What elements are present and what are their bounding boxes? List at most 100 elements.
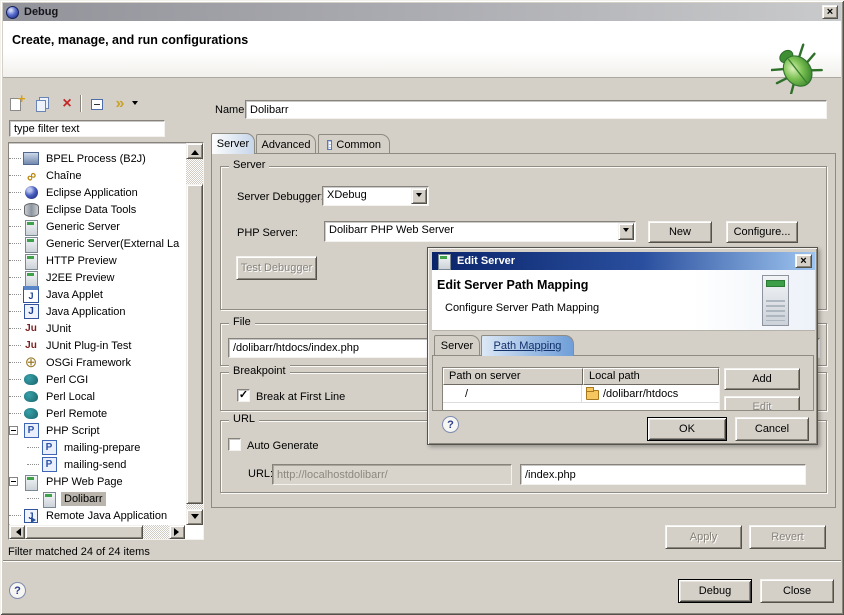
dialog-tab-path-mapping-label: Path Mapping: [494, 340, 562, 352]
apply-button[interactable]: Apply: [665, 525, 742, 549]
auto-generate-label: Auto Generate: [247, 440, 319, 452]
close-button[interactable]: Close: [760, 579, 834, 603]
tree-item-mailing-send[interactable]: mailing-send: [9, 456, 186, 473]
edit-mapping-button[interactable]: Edit: [724, 396, 800, 411]
tree-item-mailing-prepare[interactable]: mailing-prepare: [9, 439, 186, 456]
right-arrow-icon: [174, 528, 183, 536]
server-icon: [23, 236, 39, 252]
scroll-down-button[interactable]: [186, 509, 203, 525]
name-label: Name:: [215, 104, 247, 116]
tree-item-perl-cgi[interactable]: Perl CGI: [9, 371, 186, 388]
help-button[interactable]: ?: [9, 582, 26, 599]
tab-common[interactable]: Common: [318, 134, 390, 154]
server-icon: [41, 491, 57, 507]
test-debugger-button[interactable]: Test Debugger: [236, 256, 317, 280]
base-url-input[interactable]: [272, 464, 512, 485]
tree-item-dolibarr[interactable]: Dolibarr: [9, 490, 186, 507]
tree-item-eclipse-application[interactable]: Eclipse Application: [9, 184, 186, 201]
combo-dropdown-button[interactable]: [411, 188, 427, 204]
tree-item-osgi-framework[interactable]: OSGi Framework: [9, 354, 186, 371]
tree-vertical-scrollbar[interactable]: [186, 143, 203, 525]
ok-button[interactable]: OK: [647, 417, 727, 441]
column-local-path[interactable]: Local path: [583, 368, 719, 385]
window-close-button[interactable]: ×: [822, 5, 838, 19]
tree-item-junit[interactable]: JUnit: [9, 320, 186, 337]
filter-button[interactable]: [109, 94, 131, 114]
tree-connector: [9, 328, 21, 329]
perl-icon: [23, 372, 39, 388]
bpel-icon: [23, 151, 39, 167]
name-input[interactable]: [245, 100, 827, 119]
tree-horizontal-scrollbar[interactable]: [9, 525, 185, 539]
dialog-help-button[interactable]: ?: [442, 416, 459, 433]
tree-item-http-preview[interactable]: HTTP Preview: [9, 252, 186, 269]
php-server-combo[interactable]: Dolibarr PHP Web Server: [324, 221, 636, 242]
tree-item-label: HTTP Preview: [43, 254, 120, 268]
php-server-value: Dolibarr PHP Web Server: [325, 222, 617, 241]
window-titlebar[interactable]: Debug: [3, 3, 841, 21]
tree-connector: [9, 226, 21, 227]
tree-item-php-script[interactable]: PHP Script: [9, 422, 186, 439]
php-icon: [23, 423, 39, 439]
tree-item-remote-java-application[interactable]: Remote Java Application: [9, 507, 186, 524]
configure-server-button[interactable]: Configure...: [726, 221, 798, 243]
dialog-titlebar[interactable]: Edit Server: [432, 252, 815, 270]
dialog-tab-server-label: Server: [441, 340, 473, 352]
mapping-table-row[interactable]: //dolibarr/htdocs: [443, 385, 719, 403]
server-debugger-combo[interactable]: XDebug: [322, 186, 429, 206]
server-icon: [436, 253, 451, 269]
debug-button[interactable]: Debug: [678, 579, 752, 603]
scroll-thumb[interactable]: [25, 525, 143, 539]
tree-item-php-web-page[interactable]: PHP Web Page: [9, 473, 186, 490]
junit-icon: [23, 338, 39, 354]
server-icon: [23, 270, 39, 286]
cancel-button[interactable]: Cancel: [735, 417, 809, 441]
filter-menu-button[interactable]: [129, 94, 141, 114]
column-path-on-server[interactable]: Path on server: [443, 368, 583, 385]
tree-connector: [9, 396, 21, 397]
add-mapping-button[interactable]: Add: [724, 368, 800, 390]
dialog-tab-path-mapping[interactable]: Path Mapping: [481, 335, 574, 356]
delete-configuration-button[interactable]: [56, 94, 78, 114]
file-group-legend: File: [229, 316, 255, 328]
dialog-tab-server[interactable]: Server: [434, 335, 480, 355]
tree-item-java-application[interactable]: Java Application: [9, 303, 186, 320]
tree-item-java-applet[interactable]: Java Applet: [9, 286, 186, 303]
collapse-all-button[interactable]: [86, 94, 108, 114]
scroll-right-button[interactable]: [169, 525, 185, 539]
duplicate-configuration-button[interactable]: [30, 94, 52, 114]
tree-expander-icon[interactable]: [9, 426, 18, 435]
tree-item-perl-local[interactable]: Perl Local: [9, 388, 186, 405]
auto-generate-checkbox[interactable]: [228, 438, 241, 451]
dialog-close-button[interactable]: ×: [795, 254, 812, 268]
tab-advanced[interactable]: Advanced: [256, 134, 316, 154]
tree-item-generic-server[interactable]: Generic Server: [9, 218, 186, 235]
combo-dropdown-button[interactable]: [618, 223, 634, 240]
scroll-thumb[interactable]: [186, 184, 203, 504]
tree-item-junit-plug-in-test[interactable]: JUnit Plug-in Test: [9, 337, 186, 354]
new-server-button[interactable]: New: [648, 221, 712, 243]
scroll-up-button[interactable]: [186, 143, 203, 159]
filter-input[interactable]: [9, 120, 165, 137]
tree-item-perl-remote[interactable]: Perl Remote: [9, 405, 186, 422]
tree-expander-icon[interactable]: [9, 477, 18, 486]
folder-icon: [586, 390, 599, 400]
tree-item-bpel-process-b2j-[interactable]: BPEL Process (B2J): [9, 150, 186, 167]
edit-server-dialog: Edit Server × Edit Server Path Mapping C…: [427, 247, 818, 445]
scroll-left-button[interactable]: [9, 525, 25, 539]
revert-button[interactable]: Revert: [749, 525, 826, 549]
tree-connector: [27, 464, 39, 465]
php-icon: [41, 457, 57, 473]
tree-item-generic-server-external-la[interactable]: Generic Server(External La: [9, 235, 186, 252]
tree-item-cha-ne[interactable]: Chaîne: [9, 167, 186, 184]
url-path-input[interactable]: [520, 464, 806, 485]
path-mapping-table[interactable]: Path on server Local path //dolibarr/htd…: [442, 367, 720, 411]
tree-item-eclipse-data-tools[interactable]: Eclipse Data Tools: [9, 201, 186, 218]
break-first-line-checkbox[interactable]: ✓: [237, 389, 250, 402]
config-tree[interactable]: BPEL Process (B2J)ChaîneEclipse Applicat…: [9, 144, 186, 524]
tree-item-j2ee-preview[interactable]: J2EE Preview: [9, 269, 186, 286]
tree-connector: [9, 192, 21, 193]
tree-item-label: JUnit Plug-in Test: [43, 339, 134, 353]
new-configuration-button[interactable]: [4, 94, 26, 114]
tab-server[interactable]: Server: [211, 133, 255, 154]
